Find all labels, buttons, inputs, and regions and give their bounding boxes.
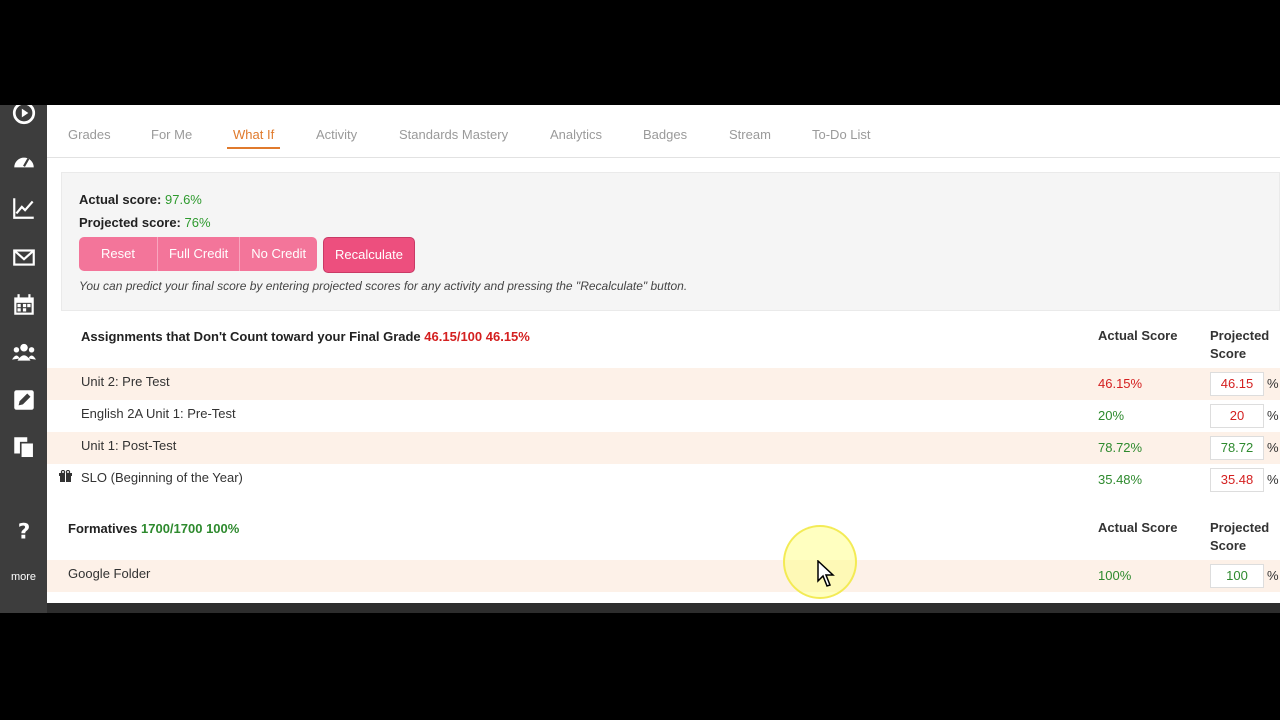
- actual-score: 20%: [1098, 408, 1125, 423]
- table-row: Unit 1: Post-Test 78.72% 78.72 %: [47, 432, 1280, 464]
- tab-stream[interactable]: Stream: [729, 127, 771, 142]
- actual-score: 100%: [1098, 568, 1132, 583]
- projected-score-line: Projected score: 76%: [79, 215, 211, 230]
- actual-score: 46.15%: [1098, 376, 1143, 391]
- edit-pencil-icon[interactable]: [8, 384, 40, 416]
- projected-header-line1: Projected: [1210, 328, 1270, 343]
- projected-score-column-header: Projected Score: [1210, 327, 1269, 363]
- documents-icon[interactable]: [8, 431, 40, 463]
- reset-button[interactable]: Reset: [79, 237, 158, 271]
- main-content: Grades For Me What If Activity Standards…: [47, 105, 1280, 613]
- percent-sign: %: [1267, 408, 1279, 423]
- projected-header-line2: Score: [1210, 538, 1247, 553]
- tab-todo-list[interactable]: To-Do List: [812, 127, 871, 142]
- dashboard-icon[interactable]: [8, 146, 40, 178]
- projected-score-input[interactable]: 100: [1210, 564, 1264, 588]
- analytics-chart-icon[interactable]: [8, 192, 40, 224]
- tab-grades[interactable]: Grades: [68, 127, 111, 142]
- groups-icon[interactable]: [8, 336, 40, 368]
- recalculate-button[interactable]: Recalculate: [323, 237, 415, 273]
- section-heading-not-counted: Assignments that Don't Count toward your…: [81, 329, 530, 344]
- assignment-name[interactable]: English 2A Unit 1: Pre-Test: [81, 406, 236, 421]
- what-if-panel: Actual score: 97.6% Projected score: 76%…: [61, 172, 1280, 311]
- projected-score-input[interactable]: 35.48: [1210, 468, 1264, 492]
- play-icon[interactable]: [8, 105, 40, 129]
- gift-icon: [59, 469, 72, 488]
- assignment-name[interactable]: SLO (Beginning of the Year): [81, 470, 243, 485]
- percent-sign: %: [1267, 440, 1279, 455]
- assignment-name[interactable]: Google Folder: [68, 566, 150, 581]
- projected-score-input[interactable]: 46.15: [1210, 372, 1264, 396]
- svg-text:?: ?: [18, 520, 31, 544]
- section-score: 1700/1700 100%: [141, 521, 240, 536]
- projected-score-input[interactable]: 20: [1210, 404, 1264, 428]
- tab-for-me[interactable]: For Me: [151, 127, 192, 142]
- section-heading-formatives: Formatives 1700/1700 100%: [68, 521, 239, 536]
- table-row: SLO (Beginning of the Year) 35.48% 35.48…: [47, 464, 1280, 496]
- tab-badges[interactable]: Badges: [643, 127, 687, 142]
- app-screen: ? more Grades For Me What If Activity St…: [0, 105, 1280, 613]
- assignment-name[interactable]: Unit 1: Post-Test: [81, 438, 176, 453]
- tab-activity[interactable]: Activity: [316, 127, 357, 142]
- actual-score-value: 97.6%: [165, 192, 202, 207]
- projected-header-line1: Projected: [1210, 520, 1270, 535]
- section-score: 46.15/100 46.15%: [424, 329, 530, 344]
- section-title: Formatives: [68, 521, 138, 536]
- percent-sign: %: [1267, 568, 1279, 583]
- more-link[interactable]: more: [0, 571, 47, 583]
- sidebar: ? more: [0, 105, 47, 613]
- table-row: English 2A Unit 1: Pre-Test 20% 20 %: [47, 400, 1280, 432]
- percent-sign: %: [1267, 376, 1279, 391]
- actual-score: 35.48%: [1098, 472, 1143, 487]
- help-icon[interactable]: ?: [8, 515, 40, 547]
- what-if-hint: You can predict your final score by ente…: [79, 279, 688, 293]
- what-if-button-group: Reset Full Credit No Credit: [79, 237, 318, 271]
- tab-bar: Grades For Me What If Activity Standards…: [47, 105, 1280, 158]
- actual-score: 78.72%: [1098, 440, 1143, 455]
- percent-sign: %: [1267, 472, 1279, 487]
- assignment-name[interactable]: Unit 2: Pre Test: [81, 374, 170, 389]
- full-credit-button[interactable]: Full Credit: [157, 237, 241, 271]
- actual-score-column-header: Actual Score: [1098, 328, 1178, 343]
- mouse-cursor-icon: [817, 560, 835, 587]
- projected-score-value: 76%: [184, 215, 211, 230]
- section-title: Assignments that Don't Count toward your…: [81, 329, 421, 344]
- tab-analytics[interactable]: Analytics: [550, 127, 602, 142]
- tab-standards-mastery[interactable]: Standards Mastery: [399, 127, 508, 142]
- projected-header-line2: Score: [1210, 346, 1247, 361]
- calendar-icon[interactable]: [8, 289, 40, 321]
- projected-score-label: Projected score:: [79, 215, 181, 230]
- actual-score-line: Actual score: 97.6%: [79, 192, 202, 207]
- table-row: Unit 2: Pre Test 46.15% 46.15 %: [47, 368, 1280, 400]
- table-row: Google Folder 100% 100 %: [47, 560, 1280, 592]
- mail-icon[interactable]: [8, 241, 40, 273]
- actual-score-label: Actual score:: [79, 192, 162, 207]
- projected-score-input[interactable]: 78.72: [1210, 436, 1264, 460]
- tab-what-if[interactable]: What If: [226, 127, 281, 149]
- actual-score-column-header: Actual Score: [1098, 520, 1178, 535]
- no-credit-button[interactable]: No Credit: [240, 237, 318, 271]
- projected-score-column-header: Projected Score: [1210, 519, 1269, 555]
- screen-bottom-edge: [47, 603, 1280, 613]
